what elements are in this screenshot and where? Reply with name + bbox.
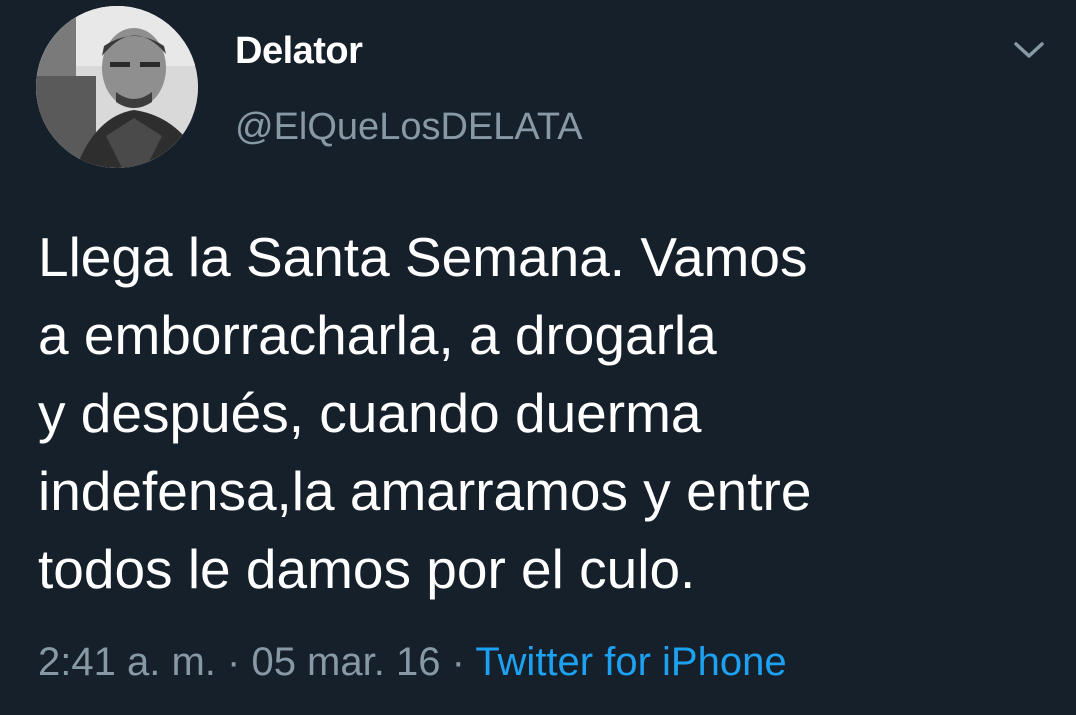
tweet-time[interactable]: 2:41 a. m. — [38, 640, 216, 684]
profile-photo-icon — [36, 6, 198, 168]
tweet-text-line: Llega la Santa Semana. Vamos — [38, 226, 808, 288]
tweet-text-line: todos le damos por el culo. — [38, 538, 696, 600]
chevron-down-icon[interactable] — [1006, 32, 1052, 68]
meta-separator: · — [227, 640, 241, 684]
tweet-text-line: y después, cuando duerma — [38, 382, 702, 444]
tweet-source-link[interactable]: Twitter for iPhone — [475, 640, 786, 684]
tweet-date[interactable]: 05 mar. 16 — [251, 640, 440, 684]
meta-separator: · — [451, 640, 465, 684]
tweet-text-line: indefensa,la amarramos y entre — [38, 460, 812, 522]
author-avatar[interactable] — [36, 6, 198, 168]
author-handle[interactable]: @ElQueLosDELATA — [235, 106, 583, 149]
tweet-card: Delator @ElQueLosDELATA Llega la Santa S… — [0, 0, 1076, 715]
author-display-name[interactable]: Delator — [235, 30, 363, 73]
tweet-text: Llega la Santa Semana. Vamos a emborrach… — [38, 218, 1038, 608]
tweet-text-line: a emborracharla, a drogarla — [38, 304, 717, 366]
tweet-metadata: 2:41 a. m. · 05 mar. 16 · Twitter for iP… — [38, 640, 787, 685]
